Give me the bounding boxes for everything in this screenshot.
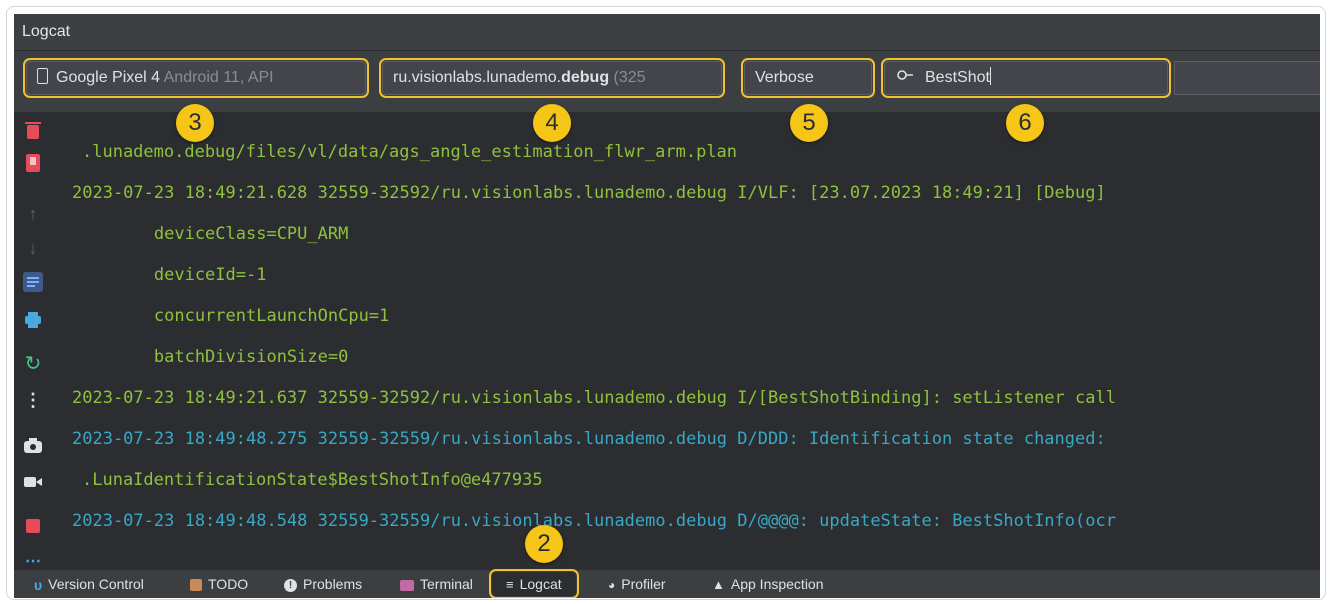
callout-badge-2: 2: [525, 525, 563, 563]
todo-icon: [190, 579, 202, 592]
log-line: 2023-07-23 18:49:21.628 32559-32592/ru.v…: [72, 183, 1106, 203]
log-line: 2023-07-23 18:49:48.548 32559-32559/ru.v…: [72, 511, 1116, 531]
log-line: 2023-07-23 18:49:21.637 32559-32592/ru.v…: [72, 388, 1116, 408]
restart-icon[interactable]: ↻: [23, 354, 43, 374]
device-icon: [37, 68, 48, 84]
down-arrow-icon[interactable]: ↓: [23, 238, 43, 258]
print-icon[interactable]: [23, 310, 43, 330]
process-bold: debug: [561, 69, 610, 86]
more-icon[interactable]: ⋮: [23, 390, 43, 410]
panel-title: Logcat: [14, 14, 1320, 50]
ellipsis-icon[interactable]: ⋯: [23, 552, 43, 572]
logcat-toolbar: Google Pixel 4 Android 11, API ru.vision…: [14, 50, 1320, 113]
terminal-label: Terminal: [420, 576, 473, 592]
text-cursor: [989, 67, 991, 85]
device-detail: Android 11, API: [163, 69, 274, 86]
logcat-icon: ≡: [506, 577, 514, 593]
device-selector[interactable]: Google Pixel 4 Android 11, API: [23, 58, 369, 98]
todo-label: TODO: [208, 576, 249, 592]
profiler-tab[interactable]: ◕ Profiler: [608, 570, 666, 598]
search-input-overflow: [1174, 61, 1320, 95]
log-line: 2023-07-23 18:49:48.275 32559-32559/ru.v…: [72, 429, 1106, 449]
callout-badge-3: 3: [176, 104, 214, 142]
problems-icon: !: [284, 578, 297, 592]
search-icon: [897, 70, 913, 80]
log-line: deviceId=-1: [72, 265, 267, 285]
problems-label: Problems: [303, 576, 363, 592]
log-output[interactable]: .lunademo.debug/files/vl/data/ags_angle_…: [52, 112, 1320, 570]
logcat-tab[interactable]: ≡ Logcat: [489, 569, 579, 598]
callout-badge-5: 5: [790, 104, 828, 142]
version-control-tab[interactable]: ᴜ Version Control: [34, 570, 144, 598]
profiler-icon: ◕: [608, 578, 616, 593]
app-inspection-tab[interactable]: ▲ App Inspection: [712, 570, 824, 598]
profiler-label: Profiler: [621, 576, 666, 592]
process-selector[interactable]: ru.visionlabs.lunademo.debug (325: [379, 58, 725, 98]
log-level-selector[interactable]: Verbose: [741, 58, 875, 98]
version-control-label: Version Control: [48, 576, 144, 592]
todo-tab[interactable]: TODO: [190, 570, 248, 598]
bottom-tool-window-bar: ᴜ Version Control TODO ! Problems Terminal…: [14, 569, 1320, 598]
search-value: BestShot: [925, 69, 990, 86]
log-level-value: Verbose: [755, 69, 814, 86]
logcat-window: Logcat Google Pixel 4 Android 11, API ru…: [14, 14, 1320, 598]
terminal-icon: [400, 579, 414, 591]
scroll-to-end-icon[interactable]: [23, 154, 43, 174]
process-prefix: ru.visionlabs.lunademo.: [393, 69, 562, 86]
camera-icon[interactable]: [23, 436, 43, 456]
up-arrow-icon[interactable]: ↑: [23, 204, 43, 224]
logcat-label: Logcat: [519, 576, 562, 592]
trash-icon[interactable]: [23, 120, 43, 140]
callout-badge-6: 6: [1006, 104, 1044, 142]
stop-icon[interactable]: [23, 516, 43, 536]
app-inspection-icon: ▲: [712, 577, 725, 593]
log-line: .lunademo.debug/files/vl/data/ags_angle_…: [82, 142, 738, 162]
problems-tab[interactable]: ! Problems: [284, 570, 362, 598]
process-pid: (325: [613, 69, 646, 86]
log-line: .LunaIdentificationState$BestShotInfo@e4…: [82, 470, 543, 490]
app-inspection-label: App Inspection: [730, 576, 824, 592]
logcat-side-toolbar: ↑ ↓ ↻ ⋮ ⋯: [14, 112, 52, 570]
search-input[interactable]: BestShot: [881, 58, 1171, 98]
log-line: deviceClass=CPU_ARM: [72, 224, 349, 244]
branch-icon: ᴜ: [34, 577, 43, 594]
soft-wrap-icon[interactable]: [23, 272, 43, 292]
log-line: batchDivisionSize=0: [72, 347, 349, 367]
device-name: Google Pixel 4: [56, 69, 161, 86]
terminal-tab[interactable]: Terminal: [400, 570, 473, 598]
callout-badge-4: 4: [533, 104, 571, 142]
video-icon[interactable]: [23, 472, 43, 492]
log-line: concurrentLaunchOnCpu=1: [72, 306, 390, 326]
